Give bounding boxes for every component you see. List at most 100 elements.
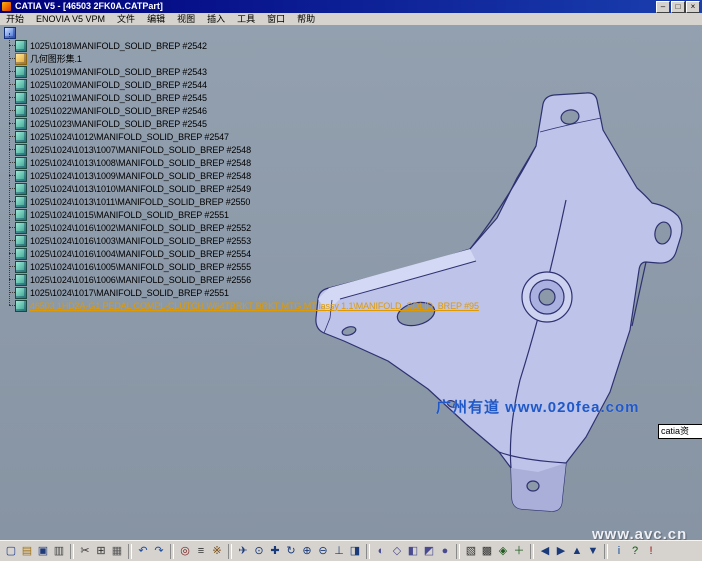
brep-icon (15, 79, 27, 91)
pan-icon[interactable]: ✚ (267, 543, 283, 559)
zoom-out-icon[interactable]: ⊖ (315, 543, 331, 559)
hidden-line-icon[interactable]: ◧ (405, 543, 421, 559)
tree-item[interactable]: 1025\1024\1015\MANIFOLD_SOLID_BREP #2551 (9, 208, 479, 221)
brep-icon (15, 105, 27, 117)
zoom-in-icon[interactable]: ⊕ (299, 543, 315, 559)
spec-tree-rows: 1025\1018\MANIFOLD_SOLID_BREP #2542几何图形集… (9, 39, 479, 312)
menu-item-视图[interactable]: 视图 (171, 13, 201, 25)
tree-item[interactable]: 1025\1024\1016\1002\MANIFOLD_SOLID_BREP … (9, 221, 479, 234)
tree-item-label: 1025\1024\1016\1004\MANIFOLD_SOLID_BREP … (30, 249, 251, 259)
tree-item-label: 1025\1024\1016\1002\MANIFOLD_SOLID_BREP … (30, 223, 251, 233)
close-button[interactable]: × (686, 1, 700, 13)
menu-item-文件[interactable]: 文件 (111, 13, 141, 25)
grid-icon[interactable]: ▩ (479, 543, 495, 559)
view-right-icon[interactable]: ▶ (553, 543, 569, 559)
copy-icon[interactable]: ⊞ (93, 543, 109, 559)
rotate-icon[interactable]: ↻ (283, 543, 299, 559)
tree-item[interactable]: 1025\1024\1013\1009\MANIFOLD_SOLID_BREP … (9, 169, 479, 182)
toolbar-separator (530, 544, 534, 559)
brep-icon (15, 40, 27, 52)
tree-item-label: 1025\1024\1013\1011\MANIFOLD_SOLID_BREP … (30, 197, 250, 207)
material-icon[interactable]: ● (437, 543, 453, 559)
toolbar-group: ▧▩◈＋ (463, 543, 527, 559)
spec-tree: 1025\1018\MANIFOLD_SOLID_BREP #2542几何图形集… (3, 27, 479, 312)
tree-item[interactable]: 1025\1024\1017\MANIFOLD_SOLID_BREP #2551 (9, 286, 479, 299)
target-icon[interactable]: ◎ (177, 543, 193, 559)
toolbar-group: ✈⊙✚↻⊕⊖⊥◨ (235, 543, 363, 559)
tree-item-label: 1025\1024\1012\MANIFOLD_SOLID_BREP #2547 (30, 132, 229, 142)
alert-icon[interactable]: ! (643, 543, 659, 559)
shading-icon[interactable]: ◐ (373, 543, 389, 559)
split-view-icon[interactable]: ◨ (347, 543, 363, 559)
menu-item-插入[interactable]: 插入 (201, 13, 231, 25)
floating-label[interactable]: catia资 (658, 424, 702, 439)
tree-item[interactable]: 46503 1HD2A-G1 PEDAL COMPL-CLUTCH W64TBR… (9, 299, 479, 312)
menu-item-ENOVIA V5 VPM[interactable]: ENOVIA V5 VPM (30, 13, 111, 25)
tree-item[interactable]: 1025\1024\1016\1004\MANIFOLD_SOLID_BREP … (9, 247, 479, 260)
brep-icon (15, 209, 27, 221)
print-icon[interactable]: ▥ (51, 543, 67, 559)
tree-item[interactable]: 1025\1024\1012\MANIFOLD_SOLID_BREP #2547 (9, 130, 479, 143)
toolbar-group: ▢▤▣▥ (3, 543, 67, 559)
toolbar-separator (70, 544, 74, 559)
tree-item[interactable]: 1025\1024\1016\1006\MANIFOLD_SOLID_BREP … (9, 273, 479, 286)
reference-icon[interactable]: ※ (209, 543, 225, 559)
cut-icon[interactable]: ✂ (77, 543, 93, 559)
tree-item[interactable]: 1025\1022\MANIFOLD_SOLID_BREP #2546 (9, 104, 479, 117)
view-left-icon[interactable]: ◀ (537, 543, 553, 559)
tree-item[interactable]: 1025\1024\1016\1005\MANIFOLD_SOLID_BREP … (9, 260, 479, 273)
tree-item[interactable]: 1025\1024\1013\1010\MANIFOLD_SOLID_BREP … (9, 182, 479, 195)
tree-item-label: 1025\1024\1013\1010\MANIFOLD_SOLID_BREP … (30, 184, 251, 194)
viewport-3d[interactable]: 1025\1018\MANIFOLD_SOLID_BREP #2542几何图形集… (0, 25, 702, 540)
toolbar-separator (170, 544, 174, 559)
tree-item[interactable]: 1025\1024\1013\1011\MANIFOLD_SOLID_BREP … (9, 195, 479, 208)
half-shade-icon[interactable]: ◩ (421, 543, 437, 559)
brep-icon (15, 287, 27, 299)
list-icon[interactable]: ≡ (193, 543, 209, 559)
fly-mode-icon[interactable]: ✈ (235, 543, 251, 559)
diamond-tool-icon[interactable]: ◈ (495, 543, 511, 559)
tree-item[interactable]: 1025\1024\1013\1008\MANIFOLD_SOLID_BREP … (9, 156, 479, 169)
watermark-text: 广州有道 www.020fea.com (436, 396, 640, 417)
tree-root-icon[interactable] (4, 27, 16, 39)
layers-icon[interactable]: ▧ (463, 543, 479, 559)
toolbar-separator (128, 544, 132, 559)
undo-icon[interactable]: ↶ (135, 543, 151, 559)
brep-icon (15, 131, 27, 143)
new-document-icon[interactable]: ▢ (3, 543, 19, 559)
redo-icon[interactable]: ↷ (151, 543, 167, 559)
menu-item-编辑[interactable]: 编辑 (141, 13, 171, 25)
catia-window: CATIA V5 - [46503 2FK0A.CATPart] – □ × 开… (0, 0, 702, 561)
tree-item[interactable]: 1025\1020\MANIFOLD_SOLID_BREP #2544 (9, 78, 479, 91)
tree-item[interactable]: 1025\1019\MANIFOLD_SOLID_BREP #2543 (9, 65, 479, 78)
view-down-icon[interactable]: ▼ (585, 543, 601, 559)
menu-item-工具[interactable]: 工具 (231, 13, 261, 25)
wireframe-icon[interactable]: ◇ (389, 543, 405, 559)
tree-item[interactable]: 1025\1024\1016\1003\MANIFOLD_SOLID_BREP … (9, 234, 479, 247)
maximize-button[interactable]: □ (671, 1, 685, 13)
tree-item[interactable]: 1025\1018\MANIFOLD_SOLID_BREP #2542 (9, 39, 479, 52)
info-icon[interactable]: i (611, 543, 627, 559)
menu-item-开始[interactable]: 开始 (0, 13, 30, 25)
brep-icon (15, 157, 27, 169)
menu-item-窗口[interactable]: 窗口 (261, 13, 291, 25)
plus-tool-icon[interactable]: ＋ (511, 543, 527, 559)
tree-item[interactable]: 几何图形集.1 (9, 52, 479, 65)
paste-icon[interactable]: ▦ (109, 543, 125, 559)
tree-item-label: 1025\1024\1013\1007\MANIFOLD_SOLID_BREP … (30, 145, 251, 155)
view-up-icon[interactable]: ▲ (569, 543, 585, 559)
tree-item[interactable]: 1025\1023\MANIFOLD_SOLID_BREP #2545 (9, 117, 479, 130)
help-icon[interactable]: ? (627, 543, 643, 559)
open-folder-icon[interactable]: ▤ (19, 543, 35, 559)
menu-item-帮助[interactable]: 帮助 (291, 13, 321, 25)
normal-view-icon[interactable]: ⊥ (331, 543, 347, 559)
fit-all-icon[interactable]: ⊙ (251, 543, 267, 559)
brep-icon (15, 248, 27, 260)
save-icon[interactable]: ▣ (35, 543, 51, 559)
toolbar-separator (366, 544, 370, 559)
tree-item-label: 1025\1019\MANIFOLD_SOLID_BREP #2543 (30, 67, 207, 77)
tree-item[interactable]: 1025\1024\1013\1007\MANIFOLD_SOLID_BREP … (9, 143, 479, 156)
tree-item-label: 1025\1024\1015\MANIFOLD_SOLID_BREP #2551 (30, 210, 229, 220)
tree-item[interactable]: 1025\1021\MANIFOLD_SOLID_BREP #2545 (9, 91, 479, 104)
minimize-button[interactable]: – (656, 1, 670, 13)
